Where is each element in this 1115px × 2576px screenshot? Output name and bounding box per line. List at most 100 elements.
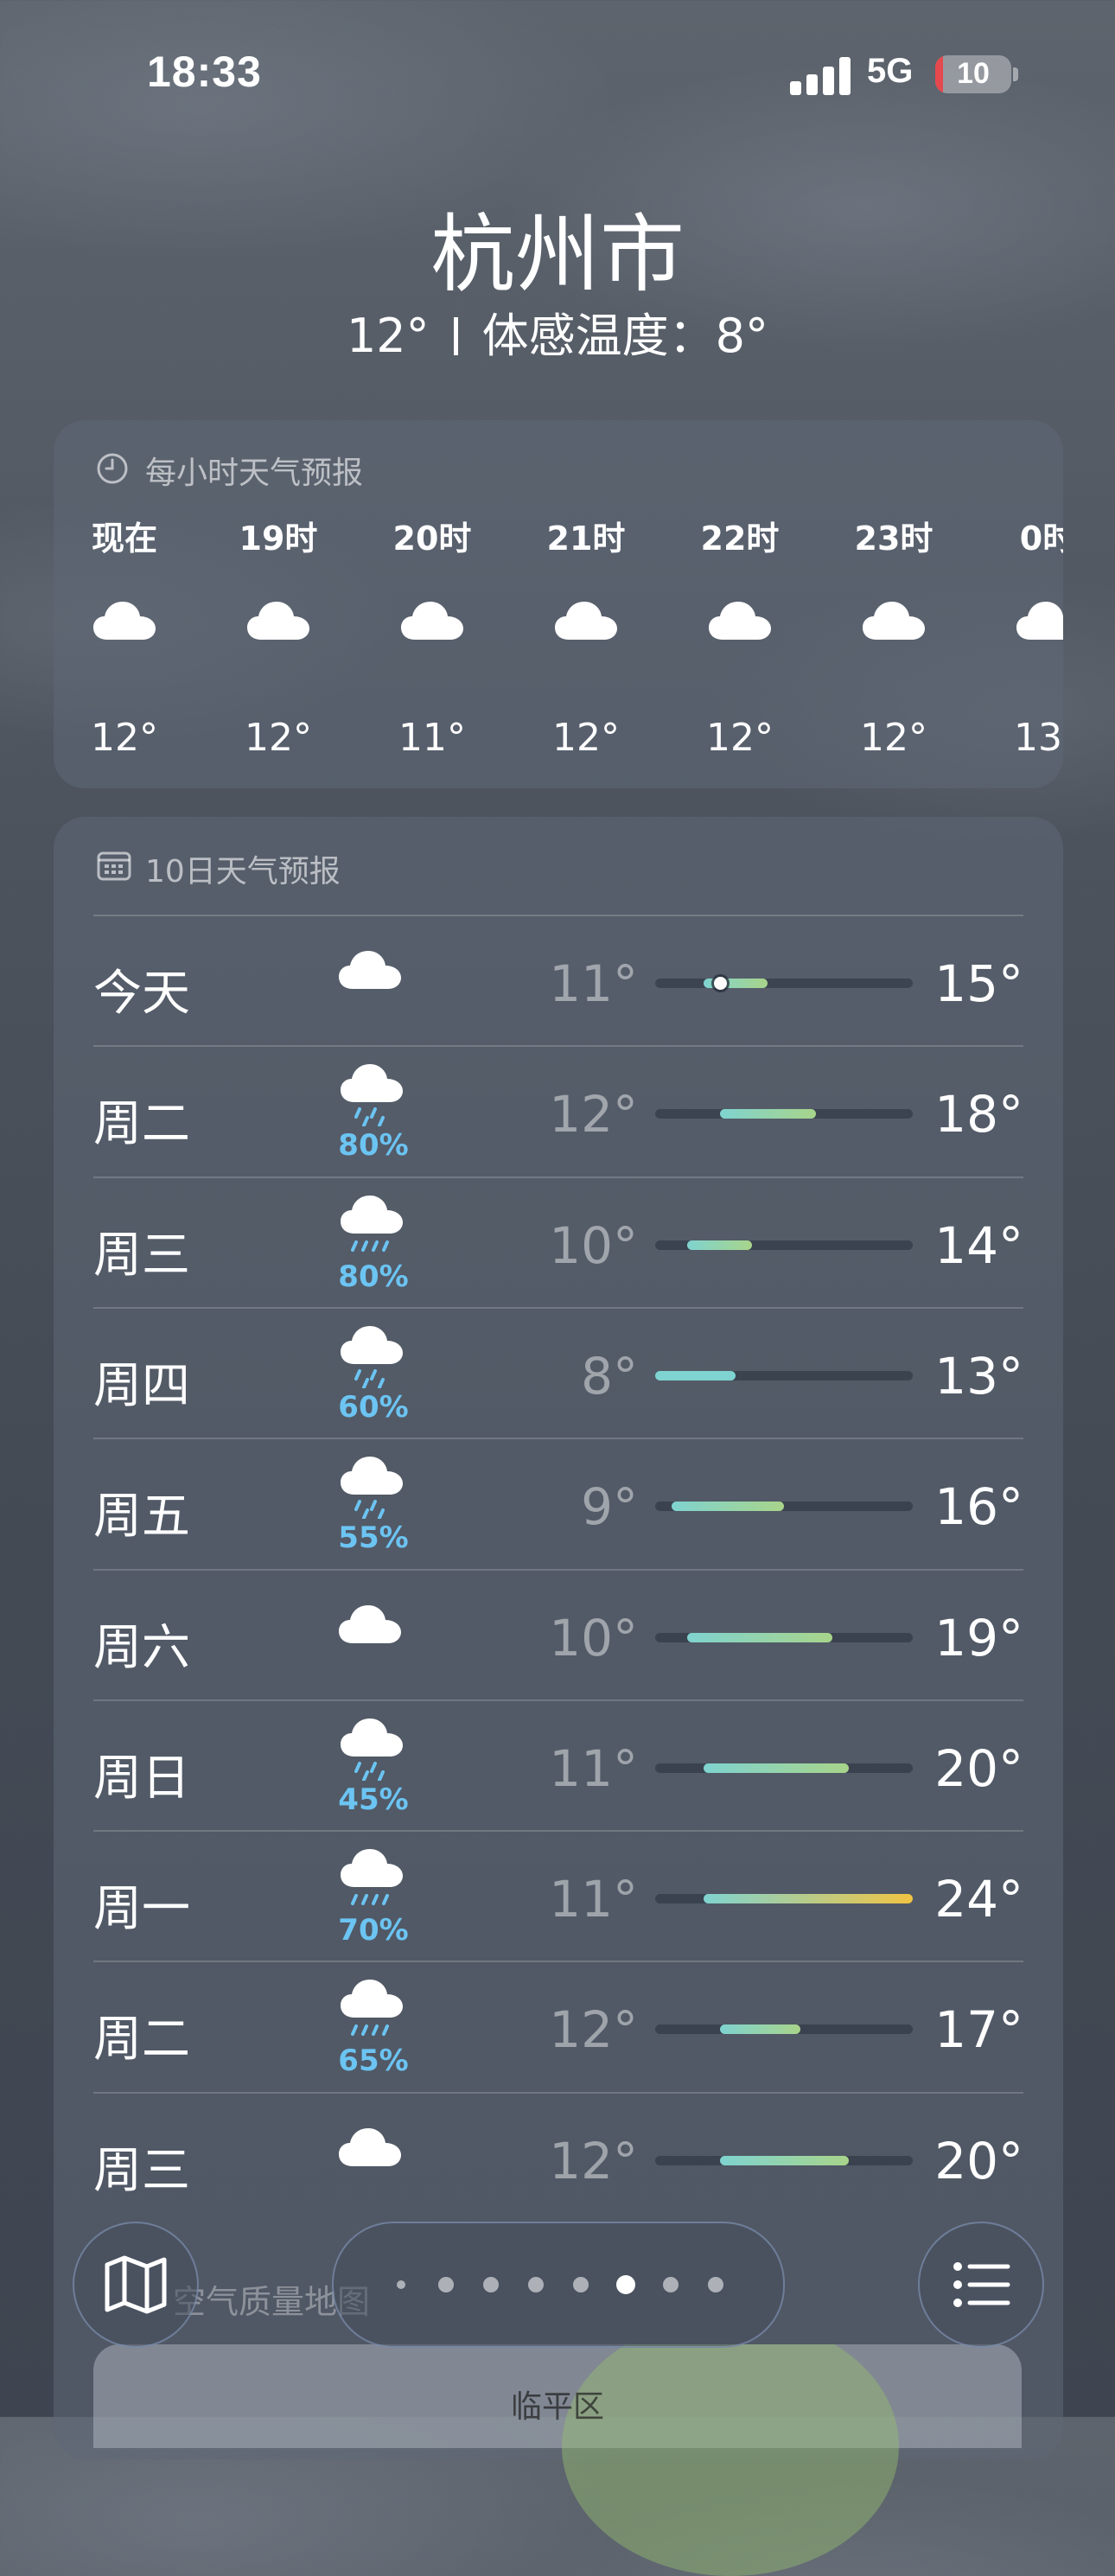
temp-range-bar xyxy=(687,1240,752,1250)
day-name: 今天 xyxy=(93,966,190,1022)
temp-range-track xyxy=(655,1894,913,1904)
page-dot xyxy=(483,2277,499,2292)
day-name: 周日 xyxy=(93,1750,190,1807)
cloud-rain-icon xyxy=(337,1321,410,1389)
cloud-heavy-rain-icon xyxy=(337,1844,410,1911)
day-name: 周六 xyxy=(93,1619,190,1676)
hour-temp: 12° xyxy=(860,716,927,760)
day-name: 周五 xyxy=(93,1489,190,1546)
cloud-icon xyxy=(861,598,927,650)
city-list-button[interactable] xyxy=(918,2222,1044,2348)
daily-row[interactable]: 周日 45% 11° 20° xyxy=(93,1699,1023,1832)
temp-range-bar xyxy=(703,1763,849,1773)
low-temp: 9° xyxy=(581,1477,638,1537)
daily-row[interactable]: 周二 65% 12° 17° xyxy=(93,1961,1023,2093)
cloud-icon xyxy=(92,598,157,650)
day-name: 周三 xyxy=(93,1227,190,1284)
low-temp: 10° xyxy=(549,1608,638,1667)
daily-row[interactable]: 周五 55% 9° 16° xyxy=(93,1438,1023,1570)
day-name: 周三 xyxy=(93,2142,190,2199)
temp-range-track xyxy=(655,1370,913,1380)
hourly-item: 0时 13° xyxy=(996,420,1063,788)
temp-range-bar xyxy=(719,2024,800,2035)
city-name: 杭州市 xyxy=(430,206,685,304)
temp-range-track xyxy=(655,1502,913,1512)
high-temp: 19° xyxy=(934,1608,1023,1667)
daily-forecast-card[interactable]: 10日天气预报 今天 11° 15° 周二 80% 12° 18° 周三 80%… xyxy=(54,817,1063,2459)
page-indicator[interactable] xyxy=(332,2222,785,2348)
daily-row[interactable]: 周一 70% 11° 24° xyxy=(93,1830,1023,1962)
hour-label: 20时 xyxy=(392,520,472,558)
map-region-shape xyxy=(562,2344,899,2576)
daily-row[interactable]: 周二 80% 12° 18° xyxy=(93,1045,1023,1177)
hourly-item: 21时 12° xyxy=(534,420,638,788)
hour-temp: 12° xyxy=(706,716,774,760)
cloud-icon xyxy=(337,1602,410,1669)
hour-label: 现在 xyxy=(91,520,157,558)
hourly-item: 19时 12° xyxy=(226,420,330,788)
precip-chance: 60% xyxy=(338,1389,409,1425)
high-temp: 14° xyxy=(934,1215,1023,1275)
daily-row[interactable]: 周三 12° 20° xyxy=(93,2091,1023,2224)
temp-range-bar xyxy=(687,1632,832,1642)
hour-temp: 12° xyxy=(552,716,620,760)
daily-row[interactable]: 周六 10° 19° xyxy=(93,1568,1023,1701)
hour-temp: 11° xyxy=(398,716,466,760)
location-arrow-icon xyxy=(397,2280,405,2289)
hour-label: 0时 xyxy=(1019,520,1063,558)
precip-chance: 80% xyxy=(338,1128,409,1164)
low-temp: 12° xyxy=(549,1085,638,1145)
high-temp: 15° xyxy=(934,954,1023,1013)
battery-tip xyxy=(1013,67,1018,81)
high-temp: 20° xyxy=(934,2131,1023,2190)
low-temp: 12° xyxy=(549,2000,638,2060)
day-name: 周四 xyxy=(93,1357,190,1414)
temp-range-bar xyxy=(655,1370,736,1380)
low-temp: 11° xyxy=(549,954,638,1013)
temp-range-track xyxy=(655,1632,913,1642)
hourly-forecast-card[interactable]: 每小时天气预报 现在 12° 19时 12° 20时 11° 21时 12° 2… xyxy=(54,420,1063,788)
map-district-label: 临平区 xyxy=(510,2389,604,2425)
temp-range-track xyxy=(655,1240,913,1250)
hour-label: 21时 xyxy=(546,520,626,558)
high-temp: 24° xyxy=(934,1870,1023,1929)
daily-row[interactable]: 周四 60% 8° 13° xyxy=(93,1306,1023,1439)
low-temp: 8° xyxy=(581,1346,638,1406)
temp-range-bar xyxy=(671,1502,784,1512)
daily-row[interactable]: 周三 80% 10° 14° xyxy=(93,1176,1023,1309)
daily-row[interactable]: 今天 11° 15° xyxy=(93,915,1023,1047)
high-temp: 17° xyxy=(934,2000,1023,2060)
high-temp: 13° xyxy=(934,1346,1023,1406)
cloud-rain-icon xyxy=(337,1713,410,1782)
cloud-icon xyxy=(337,947,410,1015)
page-dot-active xyxy=(616,2275,635,2294)
hourly-item: 现在 12° xyxy=(73,420,176,788)
page-dot xyxy=(708,2277,723,2292)
page-dot xyxy=(528,2277,544,2292)
cloud-rain-icon xyxy=(337,1059,410,1128)
high-temp: 16° xyxy=(934,1477,1023,1537)
day-name: 周二 xyxy=(93,2012,190,2069)
network-type: 5G xyxy=(867,52,914,90)
current-temp-dot xyxy=(713,977,727,990)
map-button[interactable] xyxy=(73,2222,199,2348)
low-temp: 11° xyxy=(549,1738,638,1798)
page-dot xyxy=(438,2277,454,2292)
hour-temp: 13° xyxy=(1014,716,1063,760)
page-dot xyxy=(663,2277,679,2292)
cloud-icon xyxy=(337,2125,410,2192)
temp-range-bar xyxy=(719,1109,817,1119)
low-temp: 12° xyxy=(549,2131,638,2190)
calendar-icon xyxy=(97,850,131,881)
temp-range-track xyxy=(655,977,913,990)
current-conditions: 12° 体感温度：8° xyxy=(0,297,1115,366)
daily-forecast-label: 10日天气预报 xyxy=(145,854,341,889)
precip-chance: 45% xyxy=(338,1782,409,1817)
hourly-item: 23时 12° xyxy=(842,420,946,788)
precip-chance: 80% xyxy=(338,1259,409,1294)
precip-chance: 55% xyxy=(338,1521,409,1556)
high-temp: 18° xyxy=(934,1085,1023,1145)
temp-range-track xyxy=(655,2155,913,2165)
hourly-item: 20时 11° xyxy=(380,420,484,788)
hour-temp: 12° xyxy=(245,716,312,760)
